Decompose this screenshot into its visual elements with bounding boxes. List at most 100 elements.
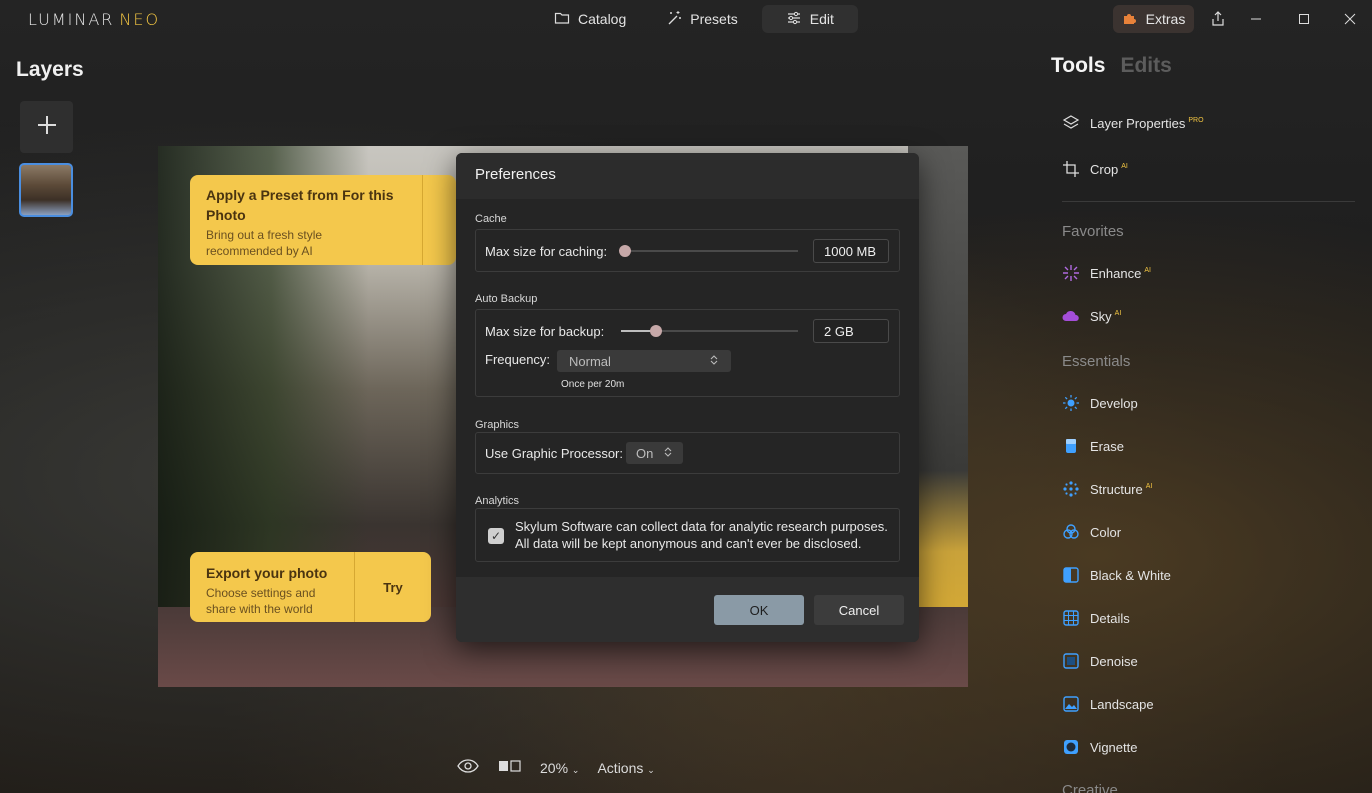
tool-black-white[interactable]: Black & White <box>1062 566 1171 584</box>
tool-develop[interactable]: Develop <box>1062 394 1138 412</box>
layers-title: Layers <box>16 58 84 81</box>
tool-crop[interactable]: Crop AI <box>1062 160 1128 178</box>
minimize-icon[interactable] <box>1245 8 1267 30</box>
tab-catalog[interactable]: Catalog <box>538 5 642 33</box>
tool-label: Black & White <box>1090 567 1171 583</box>
tab-edits[interactable]: Edits <box>1120 54 1171 78</box>
tool-label: Sky <box>1090 308 1112 324</box>
backup-section: Max size for backup: 2 GB Frequency: Nor… <box>475 309 900 397</box>
actions-label: Actions <box>597 759 644 776</box>
frequency-select[interactable]: Normal <box>557 350 731 372</box>
tool-badge: PRO <box>1188 117 1204 125</box>
analytics-text: Skylum Software can collect data for ana… <box>515 519 888 551</box>
dialog-footer: OK Cancel <box>456 577 919 642</box>
updown-chevron-icon <box>663 446 673 461</box>
cache-slider[interactable] <box>621 250 798 252</box>
analytics-checkbox[interactable]: ✓ <box>488 528 504 544</box>
tool-label: Vignette <box>1090 739 1138 755</box>
preset-suggestion-card[interactable]: Apply a Preset from For this Photo Bring… <box>190 175 456 265</box>
tool-label: Layer Properties <box>1090 115 1186 131</box>
tool-label: Details <box>1090 610 1130 626</box>
app-logo: LUMINAR NEO <box>28 10 160 29</box>
preset-card-try[interactable] <box>422 175 456 265</box>
tool-structure[interactable]: Structure AI <box>1062 480 1152 498</box>
bottom-toolbar: 20% ⌄ Actions ⌄ <box>456 758 655 777</box>
logo-text: LUMINAR <box>28 10 115 29</box>
extras-button[interactable]: Extras <box>1113 5 1194 33</box>
maximize-icon[interactable] <box>1293 8 1315 30</box>
tab-presets[interactable]: Presets <box>650 5 753 33</box>
logo-accent: NEO <box>119 10 161 29</box>
add-layer-button[interactable] <box>20 101 73 153</box>
frequency-hint: Once per 20m <box>561 379 625 390</box>
tab-presets-label: Presets <box>690 11 738 27</box>
tool-denoise[interactable]: Denoise <box>1062 652 1138 670</box>
tool-vignette[interactable]: Vignette <box>1062 738 1137 756</box>
tool-label: Landscape <box>1090 696 1154 712</box>
dialog-title: Preferences <box>456 153 919 199</box>
tool-label: Color <box>1090 524 1122 540</box>
tool-badge: AI <box>1121 163 1128 171</box>
chevron-down-icon: ⌄ <box>647 764 655 775</box>
tool-sky[interactable]: Sky AI <box>1062 307 1121 325</box>
ok-button[interactable]: OK <box>714 595 804 625</box>
tool-label: Erase <box>1090 438 1124 454</box>
cancel-button[interactable]: Cancel <box>814 595 904 625</box>
tool-color[interactable]: Color <box>1062 523 1121 541</box>
sun-icon <box>1062 394 1080 412</box>
cache-slider-knob[interactable] <box>619 245 631 257</box>
export-card-subtitle: Choose settings and share with the world <box>206 586 316 616</box>
cache-size-field[interactable]: 1000 MB <box>813 239 889 263</box>
tool-landscape[interactable]: Landscape <box>1062 695 1154 713</box>
backup-size-field[interactable]: 2 GB <box>813 319 889 343</box>
tab-edit-label: Edit <box>809 11 834 27</box>
layer-thumbnail[interactable] <box>19 163 73 217</box>
essentials-label: Essentials <box>1062 353 1131 370</box>
zoom-value: 20% <box>540 759 569 776</box>
export-try-button[interactable]: Try <box>354 552 431 622</box>
tool-label: Crop <box>1090 161 1119 177</box>
landscape-icon <box>1062 695 1080 713</box>
tool-label: Denoise <box>1090 653 1138 669</box>
denoise-icon <box>1062 652 1080 670</box>
zoom-dropdown[interactable]: 20% ⌄ <box>540 760 579 776</box>
checkmark-icon: ✓ <box>490 529 502 543</box>
frequency-value: Normal <box>569 353 611 369</box>
puzzle-icon <box>1122 10 1138 29</box>
tool-layer-properties[interactable]: Layer Properties PRO <box>1062 114 1204 132</box>
graphics-section-label: Graphics <box>475 419 520 431</box>
tool-details[interactable]: Details <box>1062 609 1130 627</box>
backup-slider-knob[interactable] <box>650 325 662 337</box>
tool-label: Develop <box>1090 395 1138 411</box>
bw-icon <box>1062 566 1080 584</box>
sliders-icon <box>786 10 802 29</box>
creative-label: Creative <box>1062 782 1118 793</box>
backup-size-label: Max size for backup: <box>485 324 605 339</box>
cloud-icon <box>1062 307 1080 325</box>
actions-dropdown[interactable]: Actions ⌄ <box>597 760 654 776</box>
tab-catalog-label: Catalog <box>578 11 627 27</box>
gpu-select[interactable]: On <box>626 442 683 464</box>
tool-badge: AI <box>1144 267 1151 275</box>
tool-enhance[interactable]: Enhance AI <box>1062 264 1151 282</box>
layers-icon <box>1062 114 1080 132</box>
close-icon[interactable] <box>1339 8 1361 30</box>
erase-icon <box>1062 437 1080 455</box>
export-card-title: Export your photo <box>206 565 328 581</box>
tab-edit[interactable]: Edit <box>761 5 858 33</box>
vignette-icon <box>1062 738 1080 756</box>
compare-icon[interactable] <box>498 759 522 776</box>
tool-erase[interactable]: Erase <box>1062 437 1124 455</box>
export-suggestion-card: Export your photo Choose settings and sh… <box>190 552 431 622</box>
main-nav: Catalog Presets Edit <box>538 5 858 33</box>
updown-chevron-icon <box>709 354 719 369</box>
eye-icon[interactable] <box>456 758 480 777</box>
share-icon[interactable] <box>1207 8 1229 30</box>
graphics-section: Use Graphic Processor: On <box>475 432 900 474</box>
tab-tools[interactable]: Tools <box>1051 54 1105 78</box>
favorites-label: Favorites <box>1062 223 1124 240</box>
color-icon <box>1062 523 1080 541</box>
cache-section-label: Cache <box>475 213 507 225</box>
tools-panel-tabs: Tools Edits <box>1051 54 1172 78</box>
plus-icon <box>36 114 58 141</box>
